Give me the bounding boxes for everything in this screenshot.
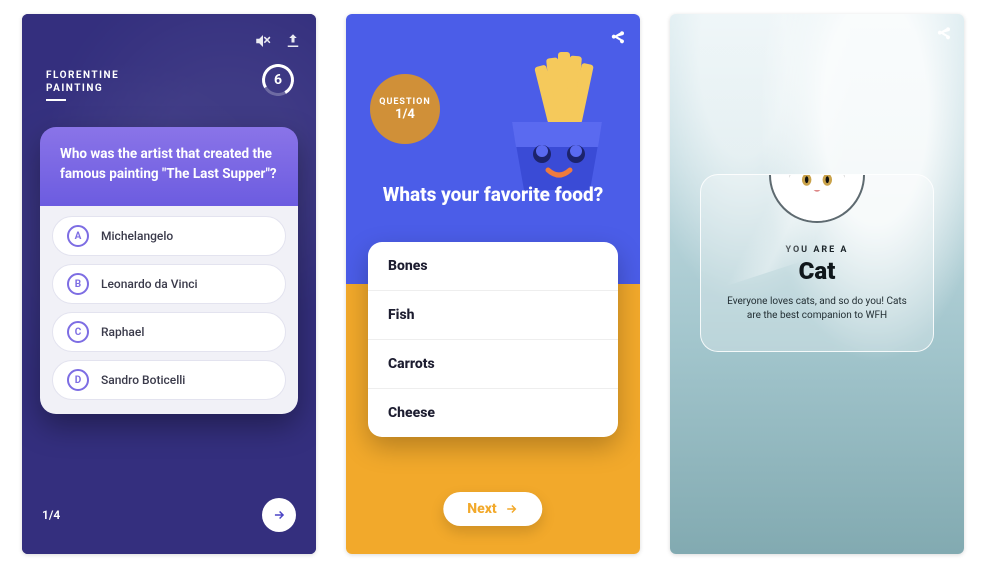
answer-option[interactable]: Carrots (368, 340, 618, 389)
option-letter: D (67, 369, 89, 391)
question-text: Whats your favorite food? (346, 184, 640, 207)
cat-illustration (774, 174, 860, 221)
option-letter: C (67, 321, 89, 343)
progress-counter: 1/4 (42, 508, 60, 522)
option-text: Sandro Boticelli (101, 373, 185, 387)
answer-option[interactable]: D Sandro Boticelli (52, 360, 286, 400)
avatar (769, 174, 865, 223)
story-gallery: FLORENTINE PAINTING 6 Who was the artist… (0, 0, 1000, 568)
question-text: Who was the artist that created the famo… (40, 127, 298, 206)
quiz-story-florentine: FLORENTINE PAINTING 6 Who was the artist… (22, 14, 316, 554)
question-card: Who was the artist that created the famo… (40, 127, 298, 414)
answer-option[interactable]: Bones (368, 242, 618, 291)
arrow-right-icon (272, 508, 286, 522)
result-card: YOU ARE A Cat Everyone loves cats, and s… (700, 174, 934, 352)
pre-title: YOU ARE A (719, 245, 915, 255)
option-text: Michelangelo (101, 229, 173, 243)
quiz-story-food: QUESTION 1/4 Whats your favorite food? (346, 14, 640, 554)
badge-label: QUESTION (379, 97, 431, 107)
option-text: Leonardo da Vinci (101, 277, 198, 291)
badge-value: 1/4 (395, 107, 415, 122)
mute-icon[interactable] (254, 32, 272, 54)
share-icon[interactable] (284, 32, 302, 54)
option-letter: B (67, 273, 89, 295)
answer-option[interactable]: Cheese (368, 389, 618, 437)
option-text: Raphael (101, 325, 144, 339)
share-icon[interactable] (610, 30, 626, 50)
answer-option[interactable]: A Michelangelo (52, 216, 286, 256)
result-description: Everyone loves cats, and so do you! Cats… (719, 295, 915, 323)
answer-options: A Michelangelo B Leonardo da Vinci C Raphae… (40, 206, 298, 414)
category-label: FLORENTINE PAINTING (46, 69, 119, 101)
next-button[interactable]: Next (443, 492, 542, 526)
share-icon[interactable] (936, 26, 952, 46)
answer-option[interactable]: C Raphael (52, 312, 286, 352)
result-title: Cat (719, 257, 915, 285)
option-letter: A (67, 225, 89, 247)
next-button[interactable] (262, 498, 296, 532)
result-story-cat: YOU ARE A Cat Everyone loves cats, and s… (670, 14, 964, 554)
arrow-right-icon (505, 502, 519, 516)
answer-option[interactable]: Fish (368, 291, 618, 340)
answer-option[interactable]: B Leonardo da Vinci (52, 264, 286, 304)
answer-options: Bones Fish Carrots Cheese (368, 242, 618, 437)
question-badge: QUESTION 1/4 (370, 74, 440, 144)
fries-illustration (482, 52, 632, 202)
next-label: Next (467, 501, 496, 517)
